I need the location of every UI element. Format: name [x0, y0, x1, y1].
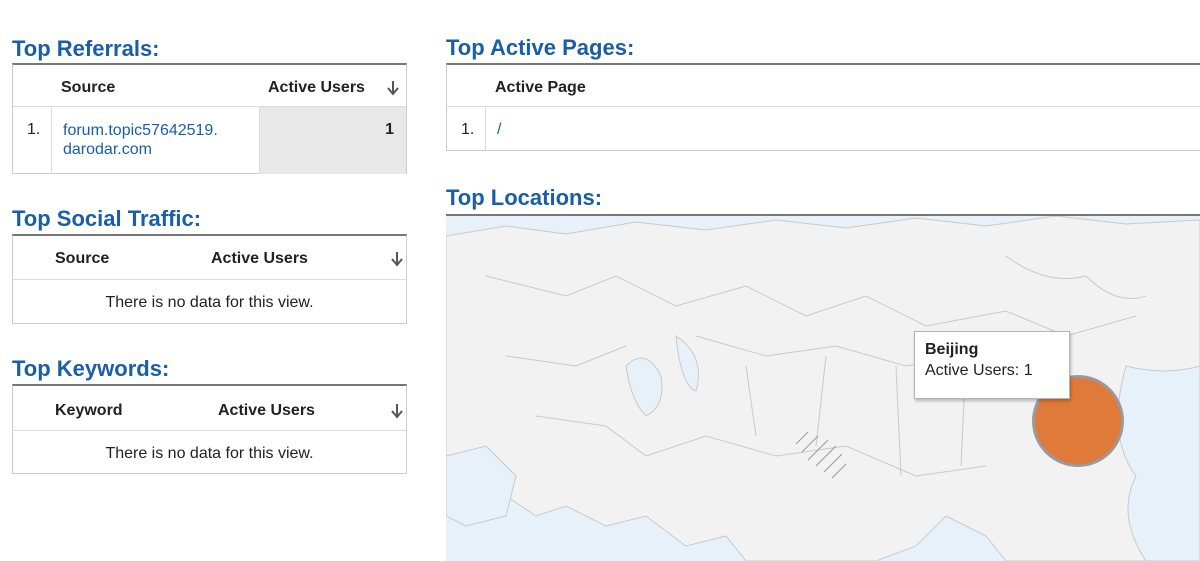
- table-row: 1. /: [447, 107, 1200, 151]
- location-tooltip: Beijing Active Users: 1: [914, 331, 1070, 399]
- active-page-link[interactable]: /: [497, 121, 501, 139]
- tooltip-city: Beijing: [925, 341, 979, 358]
- locations-title: Top Locations:: [446, 185, 603, 210]
- social-title: Top Social Traffic:: [12, 206, 202, 231]
- social-col-source[interactable]: Source: [55, 250, 109, 268]
- referral-users-value: 1: [385, 121, 394, 138]
- referral-source-line1: forum.topic57642519.: [63, 122, 218, 139]
- keywords-col-active-users[interactable]: Active Users: [218, 402, 315, 420]
- row-index: 1.: [461, 121, 475, 138]
- sort-down-arrow-icon[interactable]: [390, 403, 404, 419]
- pages-title: Top Active Pages:: [446, 35, 635, 60]
- keywords-table: Keyword Active Users There is no data fo…: [12, 384, 407, 474]
- pages-table: Active Page 1. /: [446, 63, 1200, 151]
- referral-source-link[interactable]: forum.topic57642519. darodar.com: [63, 121, 218, 159]
- referrals-col-active-users[interactable]: Active Users: [268, 79, 365, 97]
- referral-users-cell: 1: [259, 107, 406, 174]
- social-table: Source Active Users There is no data for…: [12, 234, 407, 324]
- keywords-title: Top Keywords:: [12, 356, 170, 381]
- tooltip-active-users: Active Users: 1: [925, 362, 1033, 379]
- referrals-table: Source Active Users 1. forum.topic576425…: [12, 63, 407, 174]
- keywords-empty-message: There is no data for this view.: [105, 445, 314, 462]
- row-index: 1.: [27, 121, 41, 138]
- locations-map[interactable]: [446, 214, 1200, 561]
- referrals-title: Top Referrals:: [12, 36, 160, 61]
- sort-down-arrow-icon[interactable]: [386, 80, 400, 96]
- pages-col-active-page[interactable]: Active Page: [495, 79, 586, 97]
- keywords-col-keyword[interactable]: Keyword: [55, 402, 123, 420]
- referral-source-line2: darodar.com: [63, 141, 152, 158]
- referrals-col-source[interactable]: Source: [61, 79, 115, 97]
- sort-down-arrow-icon[interactable]: [390, 251, 404, 267]
- social-empty-message: There is no data for this view.: [105, 294, 314, 311]
- social-col-active-users[interactable]: Active Users: [211, 250, 308, 268]
- table-row: 1. forum.topic57642519. darodar.com 1: [13, 107, 406, 174]
